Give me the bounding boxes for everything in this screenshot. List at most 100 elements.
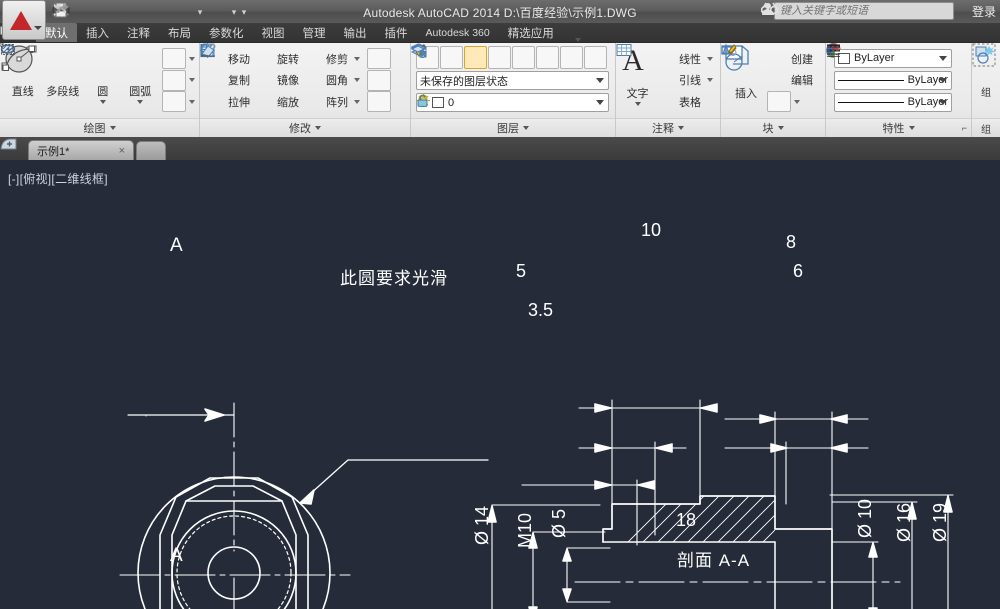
dim-label-dia14: Ø 14 (472, 505, 492, 545)
modify-array-button[interactable]: 阵列 (200, 43, 363, 112)
drawing-canvas[interactable]: [-][俯视][二维线框] A A 此圆要求光滑 10 5 3.5 8 6 Ø … (0, 160, 1000, 609)
panel-properties-expand-icon[interactable] (908, 126, 915, 130)
open-file-icon[interactable] (52, 2, 98, 22)
rectangle-dropdown-icon[interactable] (189, 56, 196, 61)
panel-annotation-expand-icon[interactable] (678, 126, 684, 130)
document-tab-sample1[interactable]: 示例1* × (28, 140, 134, 160)
define-attribute-dropdown-icon[interactable] (794, 99, 800, 104)
layer-state-dropdown[interactable]: 未保存的图层状态 (416, 71, 609, 90)
annotation-linear-dropdown-icon[interactable] (707, 56, 713, 61)
panel-modify-title[interactable]: 修改 (200, 118, 410, 137)
panel-modify-expand-icon[interactable] (315, 126, 321, 130)
modify-mirror-button[interactable]: 镜像 (202, 43, 302, 91)
plot-icon[interactable] (52, 2, 170, 22)
current-layer-caret-icon[interactable] (596, 100, 604, 105)
annotation-leader-dropdown-icon[interactable] (707, 78, 713, 82)
modify-trim-dropdown-icon[interactable] (354, 56, 360, 61)
save-as-icon[interactable] (53, 2, 146, 22)
layer-make-current-icon[interactable] (411, 43, 487, 69)
define-attribute-icon[interactable] (722, 43, 791, 112)
panel-block-expand-icon[interactable] (777, 126, 784, 130)
tab-manage[interactable]: 管理 (294, 23, 335, 42)
tab-annotate[interactable]: 注释 (118, 23, 159, 42)
linetype-dropdown[interactable]: ByLayer (834, 92, 952, 112)
modify-rotate-button[interactable]: 旋转 (202, 43, 302, 69)
draw-circle-dropdown-icon[interactable] (99, 100, 106, 104)
block-edit-label: 编辑 (791, 75, 813, 87)
panel-groups-title[interactable]: 组 (972, 118, 1000, 137)
modify-copy-button[interactable]: 复制 (200, 43, 253, 91)
annotation-table-button[interactable]: 表格 (616, 44, 716, 112)
layer-previous-icon[interactable] (411, 44, 511, 69)
modify-fillet-button[interactable]: 圆角 (201, 44, 363, 91)
tab-addins[interactable]: 插件 (376, 23, 417, 42)
annotation-linear-button[interactable]: 线性 (617, 45, 716, 69)
layer-state-caret-icon[interactable] (596, 78, 604, 83)
draw-circle-button[interactable]: 圆 (5, 45, 122, 114)
screenshot-dropdown-icon[interactable] (574, 38, 581, 42)
tab-featured-apps[interactable]: 精选应用 (499, 23, 563, 42)
modify-scale-button[interactable]: 缩放 (200, 43, 302, 112)
undo-icon[interactable] (54, 2, 194, 22)
modify-array-dropdown-icon[interactable] (354, 99, 360, 104)
group-button[interactable]: 组 (972, 43, 998, 113)
draw-arc-dropdown-icon[interactable] (137, 100, 144, 104)
panel-block-title[interactable]: 块 (721, 118, 825, 137)
lineweight-caret-icon[interactable] (939, 77, 947, 83)
color-swatch-icon[interactable] (432, 97, 444, 108)
panel-layers-title[interactable]: 图层 (411, 118, 615, 137)
search-input[interactable] (773, 2, 954, 20)
panel-layers-expand-icon[interactable] (523, 126, 529, 130)
panel-properties-title[interactable]: 特性 ⌐ (826, 118, 971, 137)
layer-freeze-icon[interactable] (411, 45, 583, 69)
screenshot-tool[interactable] (0, 24, 581, 42)
panel-annotation-title[interactable]: 注释 (616, 118, 720, 137)
rectangle-icon[interactable] (0, 43, 187, 69)
undo-dropdown-icon[interactable]: ▾ (196, 7, 204, 18)
modify-trim-button[interactable]: 修剪 (200, 45, 363, 69)
object-color-dropdown[interactable]: ByLayer (834, 48, 952, 68)
tab-layout[interactable]: 布局 (159, 23, 200, 42)
block-create-button[interactable]: 创建 (721, 45, 816, 69)
new-drawing-icon[interactable] (0, 138, 166, 160)
tab-parametric[interactable]: 参数化 (200, 23, 253, 42)
match-properties-icon[interactable] (201, 43, 391, 69)
layer-merge-icon[interactable] (411, 43, 463, 69)
block-edit-button[interactable]: 编辑 (721, 45, 816, 91)
modify-fillet-dropdown-icon[interactable] (354, 78, 360, 82)
lineweight-dropdown[interactable]: ByLayer (834, 70, 952, 90)
current-layer-dropdown[interactable]: 0 (416, 93, 609, 112)
linetype-caret-icon[interactable] (939, 99, 947, 105)
modify-stretch-button[interactable]: 拉伸 (201, 44, 253, 112)
redo-dropdown-icon[interactable]: ▾ (230, 7, 238, 18)
annotation-leader-button[interactable]: 引线 (616, 44, 716, 91)
layer-off-icon[interactable] (411, 45, 607, 69)
layer-isolate-icon[interactable] (411, 44, 535, 69)
hatch-icon[interactable] (1, 44, 187, 112)
tab-output[interactable]: 输出 (335, 23, 376, 42)
tab-insert[interactable]: 插入 (77, 23, 118, 42)
panel-draw-title[interactable]: 绘图 (0, 118, 199, 137)
dim-label-10: 10 (641, 220, 662, 240)
save-icon[interactable] (53, 2, 122, 22)
draw-arc-button[interactable]: 圆弧 (2, 45, 159, 114)
tab-view[interactable]: 视图 (253, 23, 294, 42)
ellipse-dropdown-icon[interactable] (189, 78, 196, 82)
application-menu-button[interactable] (2, 0, 46, 40)
tab-autodesk-360[interactable]: Autodesk 360 (417, 23, 499, 42)
annotation-text-dropdown-icon[interactable] (634, 102, 641, 106)
close-icon[interactable]: × (119, 145, 125, 157)
panel-properties-dialog-launcher[interactable]: ⌐ (962, 123, 967, 133)
explode-icon[interactable] (200, 43, 391, 91)
layer-unisolate-icon[interactable] (411, 44, 559, 69)
panel-draw-expand-icon[interactable] (109, 126, 116, 130)
search-field[interactable] (779, 5, 948, 17)
redo-icon[interactable] (56, 2, 228, 22)
draw-polyline-button[interactable]: 多段线 (1, 46, 84, 114)
erase-icon[interactable] (201, 45, 391, 112)
login-button[interactable]: 登录 (972, 3, 996, 20)
ellipse-icon[interactable] (0, 44, 187, 91)
hatch-dropdown-icon[interactable] (189, 99, 196, 104)
object-color-caret-icon[interactable] (939, 55, 947, 61)
qat-customize-icon[interactable]: ▾ (240, 7, 248, 18)
